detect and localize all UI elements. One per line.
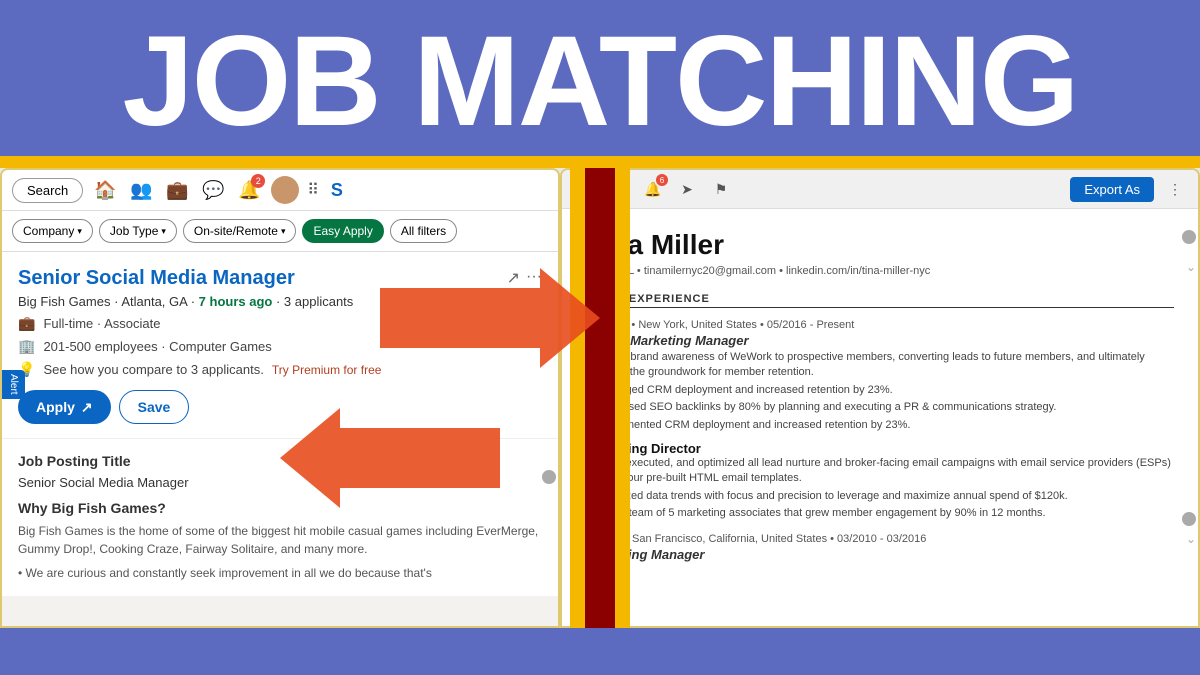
center-dark-bar bbox=[585, 168, 615, 628]
grid-icon[interactable]: ⠿ bbox=[307, 180, 319, 200]
job-detail-company-size: 🏢 201-500 employees · Computer Games bbox=[18, 338, 542, 355]
premium-link[interactable]: Try Premium for free bbox=[272, 363, 382, 377]
company-google: Google • San Francisco, California, Unit… bbox=[586, 530, 1174, 545]
tool-notification-badge: 6 bbox=[656, 174, 668, 186]
resume-contact: Miami, FL • tinamilernyc20@gmail.com • l… bbox=[586, 265, 1174, 277]
resume-content: Tina Miller Miami, FL • tinamilernyc20@g… bbox=[562, 209, 1198, 621]
resume-scroll-bottom[interactable] bbox=[1182, 512, 1196, 526]
job-title-wework: Senior Marketing Manager bbox=[586, 333, 1174, 348]
alert-toggle[interactable]: Alert bbox=[2, 370, 25, 399]
job-entry-google: Google • San Francisco, California, Unit… bbox=[586, 530, 1174, 562]
work-experience-title: WORK EXPERIENCE bbox=[586, 293, 1174, 308]
job-entry-marketing-dir: Marketing Director Built, executed, and … bbox=[586, 441, 1174, 522]
gold-separator bbox=[0, 156, 1200, 168]
avatar[interactable] bbox=[271, 176, 299, 204]
resume-name: Tina Miller bbox=[586, 229, 1174, 261]
job-detail-employment: 💼 Full-time · Associate bbox=[18, 315, 542, 332]
home-icon[interactable]: 🏠 bbox=[91, 176, 119, 204]
briefcase-small-icon: 💼 bbox=[18, 315, 35, 332]
job-detail-compare: 💡 See how you compare to 3 applicants. T… bbox=[18, 361, 542, 378]
bullet-wework-1: Drove brand awareness of WeWork to prosp… bbox=[598, 350, 1174, 381]
notifications-icon[interactable]: 🔔 2 bbox=[235, 176, 263, 204]
more-icon[interactable]: ··· bbox=[526, 268, 542, 288]
flag-icon[interactable]: ⚑ bbox=[708, 176, 734, 202]
job-type-filter[interactable]: Job Type ▾ bbox=[99, 219, 177, 243]
bullet-wework-3: Increased SEO backlinks by 80% by planni… bbox=[598, 400, 1174, 415]
apply-button[interactable]: Apply ↗ bbox=[18, 390, 111, 424]
job-title-row: Senior Social Media Manager ↗ ··· bbox=[18, 266, 542, 290]
brand-initial: S bbox=[331, 180, 343, 201]
job-description-text: Big Fish Games is the home of some of th… bbox=[18, 522, 542, 558]
chevron-down-icon: ▾ bbox=[77, 226, 82, 237]
easy-apply-filter[interactable]: Easy Apply bbox=[302, 219, 383, 243]
bullet-wework-2: Managed CRM deployment and increased ret… bbox=[598, 383, 1174, 398]
job-listing: Senior Social Media Manager ↗ ··· Big Fi… bbox=[2, 252, 558, 439]
people-icon[interactable]: 👥 bbox=[127, 176, 155, 204]
expand-icon-bottom[interactable]: ⌄ bbox=[1186, 532, 1196, 546]
notification-badge: 2 bbox=[251, 174, 265, 188]
external-link-icon: ↗ bbox=[81, 399, 93, 416]
chevron-down-icon: ▾ bbox=[281, 226, 286, 237]
job-description: Job Posting Title Senior Social Media Ma… bbox=[2, 439, 558, 596]
resume-toolbar: 📄 📍 🔔 6 ➤ ⚑ Export As ⋮ bbox=[562, 170, 1198, 209]
posting-title-section: Job Posting Title bbox=[18, 453, 542, 469]
company-marketing-dir: Marketing Director bbox=[586, 441, 1174, 456]
resume-scroll-top[interactable] bbox=[1182, 230, 1196, 244]
posting-title-value: Senior Social Media Manager bbox=[18, 475, 542, 490]
filter-bar: Company ▾ Job Type ▾ On-site/Remote ▾ Ea… bbox=[2, 211, 558, 252]
hero-section: JOB MATCHING bbox=[0, 0, 1200, 156]
job-actions-icons: ↗ ··· bbox=[507, 268, 542, 288]
company-wework: WeWork • New York, United States • 05/20… bbox=[586, 316, 1174, 331]
send-icon[interactable]: ➤ bbox=[674, 176, 700, 202]
save-button[interactable]: Save bbox=[119, 390, 190, 424]
company-filter[interactable]: Company ▾ bbox=[12, 219, 93, 243]
hero-title: JOB MATCHING bbox=[0, 18, 1200, 146]
more-tool-icon[interactable]: ⋮ bbox=[1162, 176, 1188, 202]
all-filters-button[interactable]: All filters bbox=[390, 219, 457, 243]
linkedin-panel: Alert Search 🏠 👥 💼 💬 🔔 2 ⠿ S Company ▾ bbox=[0, 168, 560, 628]
job-title[interactable]: Senior Social Media Manager bbox=[18, 266, 295, 290]
job-title-google: Marketing Manager bbox=[586, 547, 1174, 562]
building-icon: 🏢 bbox=[18, 338, 35, 355]
main-content: Alert Search 🏠 👥 💼 💬 🔔 2 ⠿ S Company ▾ bbox=[0, 168, 1200, 628]
job-company: Big Fish Games · Atlanta, GA · 7 hours a… bbox=[18, 294, 542, 309]
job-bullet: • We are curious and constantly seek imp… bbox=[18, 564, 542, 582]
bullet-mdir-2: Analyzed data trends with focus and prec… bbox=[598, 489, 1174, 504]
scroll-handle-top[interactable] bbox=[542, 470, 556, 484]
bullet-wework-4: Implemented CRM deployment and increased… bbox=[598, 418, 1174, 433]
bullet-mdir-1: Built, executed, and optimized all lead … bbox=[598, 456, 1174, 487]
onsite-filter[interactable]: On-site/Remote ▾ bbox=[183, 219, 297, 243]
alert-label: Alert bbox=[8, 374, 19, 395]
bullet-mdir-3: Led a team of 5 marketing associates tha… bbox=[598, 506, 1174, 521]
job-entry-wework: WeWork • New York, United States • 05/20… bbox=[586, 316, 1174, 433]
share-icon[interactable]: ↗ bbox=[507, 268, 520, 288]
resume-panel: 📄 📍 🔔 6 ➤ ⚑ Export As ⋮ Tina Miller Miam… bbox=[560, 168, 1200, 628]
chevron-down-icon: ▾ bbox=[161, 226, 166, 237]
linkedin-nav: Search 🏠 👥 💼 💬 🔔 2 ⠿ S bbox=[2, 170, 558, 211]
messaging-icon[interactable]: 💬 bbox=[199, 176, 227, 204]
search-button[interactable]: Search bbox=[12, 178, 83, 203]
briefcase-icon[interactable]: 💼 bbox=[163, 176, 191, 204]
export-button[interactable]: Export As bbox=[1070, 177, 1154, 202]
job-action-buttons: Apply ↗ Save bbox=[18, 390, 542, 424]
why-section: Why Big Fish Games? bbox=[18, 500, 542, 516]
expand-icon-top[interactable]: ⌄ bbox=[1186, 260, 1196, 274]
notification-tool-icon[interactable]: 🔔 6 bbox=[640, 176, 666, 202]
